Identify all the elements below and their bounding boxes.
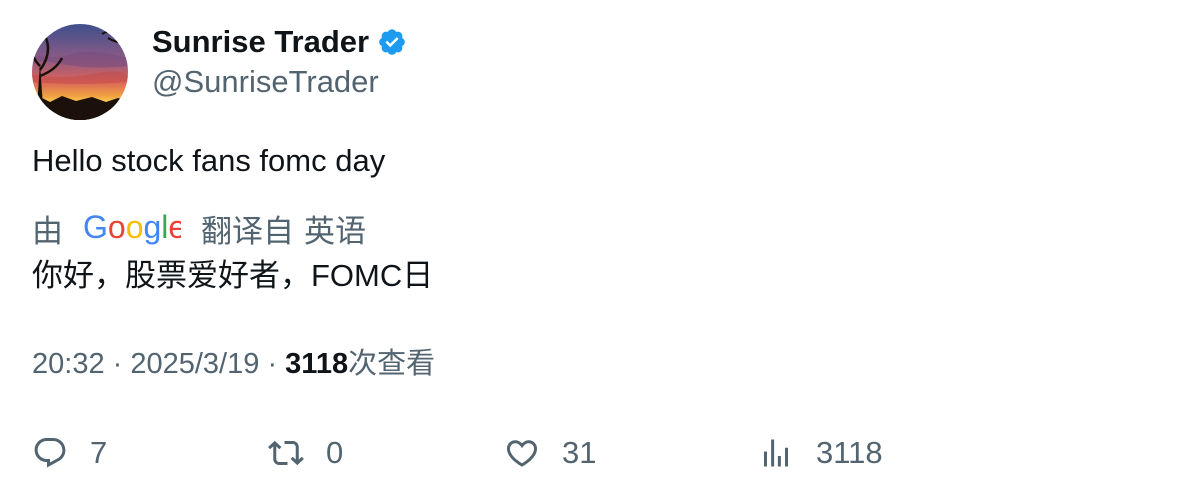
author-display-name[interactable]: Sunrise Trader bbox=[152, 22, 369, 62]
translated-tweet-text: 你好，股票爱好者，FOMC日 bbox=[32, 258, 434, 293]
author-handle[interactable]: @SunriseTrader bbox=[152, 62, 379, 102]
views-count: 3118 bbox=[816, 435, 883, 470]
bar-chart-icon bbox=[764, 439, 788, 467]
meta-separator: · bbox=[112, 348, 131, 380]
meta-views-label: 次查看 bbox=[348, 348, 436, 380]
translation-attribution: 由 Google 翻译自 英语 bbox=[32, 207, 366, 249]
tweet-meta: 20:32 · 2025/3/19 · 3118次查看 bbox=[32, 344, 435, 384]
views-button[interactable]: 3118 bbox=[758, 428, 883, 478]
avatar[interactable] bbox=[32, 24, 128, 120]
svg-text:Google: Google bbox=[83, 209, 181, 245]
translation-by-label: 由 bbox=[32, 213, 63, 249]
like-count: 31 bbox=[562, 435, 597, 470]
tweet-actions: 7 0 31 3118 bbox=[0, 428, 1196, 478]
retweet-icon bbox=[268, 440, 304, 466]
verified-badge-icon bbox=[377, 27, 407, 57]
reply-icon bbox=[34, 438, 66, 468]
retweet-count: 0 bbox=[326, 435, 344, 470]
reply-button[interactable]: 7 bbox=[32, 428, 107, 478]
retweet-button[interactable]: 0 bbox=[268, 428, 343, 478]
tweet-card: Sunrise Trader @SunriseTrader Hello stoc… bbox=[0, 0, 1196, 498]
translated-from-label: 翻译自 bbox=[201, 213, 294, 249]
reply-count: 7 bbox=[90, 435, 108, 470]
tweet-date[interactable]: 2025/3/19 bbox=[130, 348, 259, 380]
tweet-text: Hello stock fans fomc day bbox=[32, 143, 386, 178]
heart-icon bbox=[506, 440, 538, 467]
meta-views-count: 3118 bbox=[285, 348, 349, 380]
source-language: 英语 bbox=[304, 213, 366, 249]
tweet-time[interactable]: 20:32 bbox=[32, 348, 105, 380]
like-button[interactable]: 31 bbox=[504, 428, 596, 478]
google-logo: Google bbox=[83, 208, 186, 248]
meta-separator: · bbox=[267, 348, 286, 380]
author-display-name-row[interactable]: Sunrise Trader bbox=[152, 22, 407, 62]
sunset-avatar-image bbox=[32, 24, 128, 120]
